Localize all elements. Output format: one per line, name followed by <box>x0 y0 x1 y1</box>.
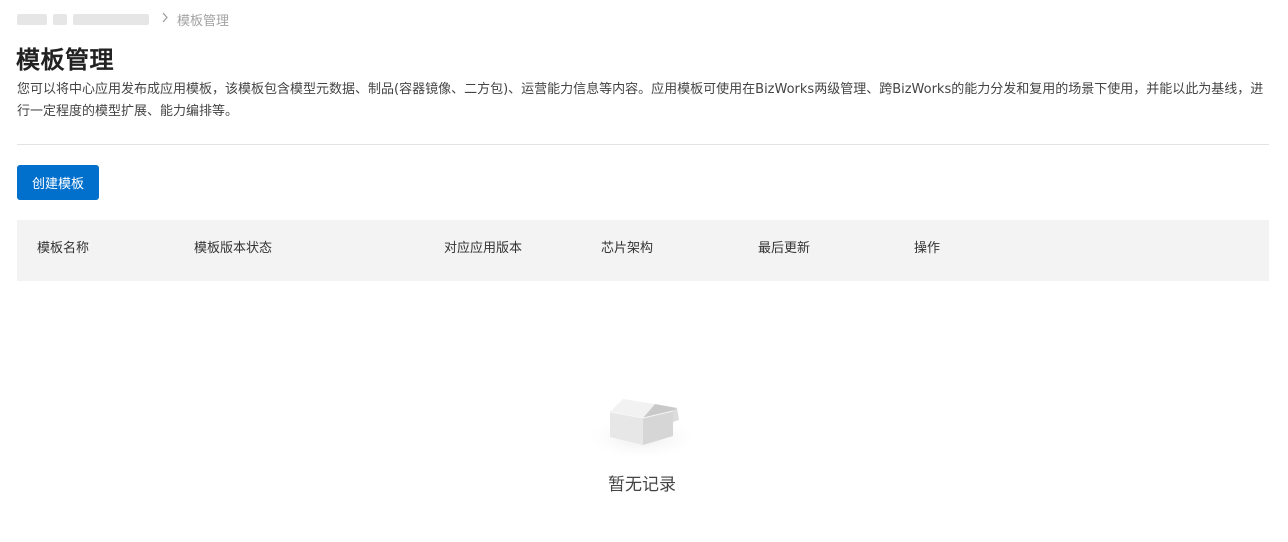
column-header-chip-architecture: 芯片架构 <box>601 241 654 256</box>
empty-box-icon <box>590 399 694 458</box>
empty-state: 暂无记录 <box>583 388 703 495</box>
column-header-template-name: 模板名称 <box>37 241 90 256</box>
page-title: 模板管理 <box>16 46 114 74</box>
empty-state-text: 暂无记录 <box>608 475 676 495</box>
create-template-button[interactable]: 创建模板 <box>17 165 99 200</box>
breadcrumb-item-blurred[interactable] <box>73 13 149 25</box>
breadcrumb-item-blurred[interactable] <box>17 13 47 25</box>
column-header-app-version: 对应应用版本 <box>444 241 523 256</box>
breadcrumb-item-blurred[interactable] <box>53 13 67 25</box>
page-description: 您可以将中心应用发布成应用模板，该模板包含模型元数据、制品(容器镜像、二方包)、… <box>17 82 1264 119</box>
table-header: 模板名称 模板版本状态 对应应用版本 芯片架构 最后更新 操作 <box>17 220 1269 281</box>
chevron-right-icon <box>161 12 169 26</box>
column-header-actions: 操作 <box>914 241 941 256</box>
column-header-last-updated: 最后更新 <box>758 241 811 256</box>
column-header-template-version-status: 模板版本状态 <box>194 241 273 256</box>
breadcrumb: 模板管理 <box>17 9 229 29</box>
divider <box>17 144 1269 145</box>
breadcrumb-current: 模板管理 <box>177 13 230 29</box>
